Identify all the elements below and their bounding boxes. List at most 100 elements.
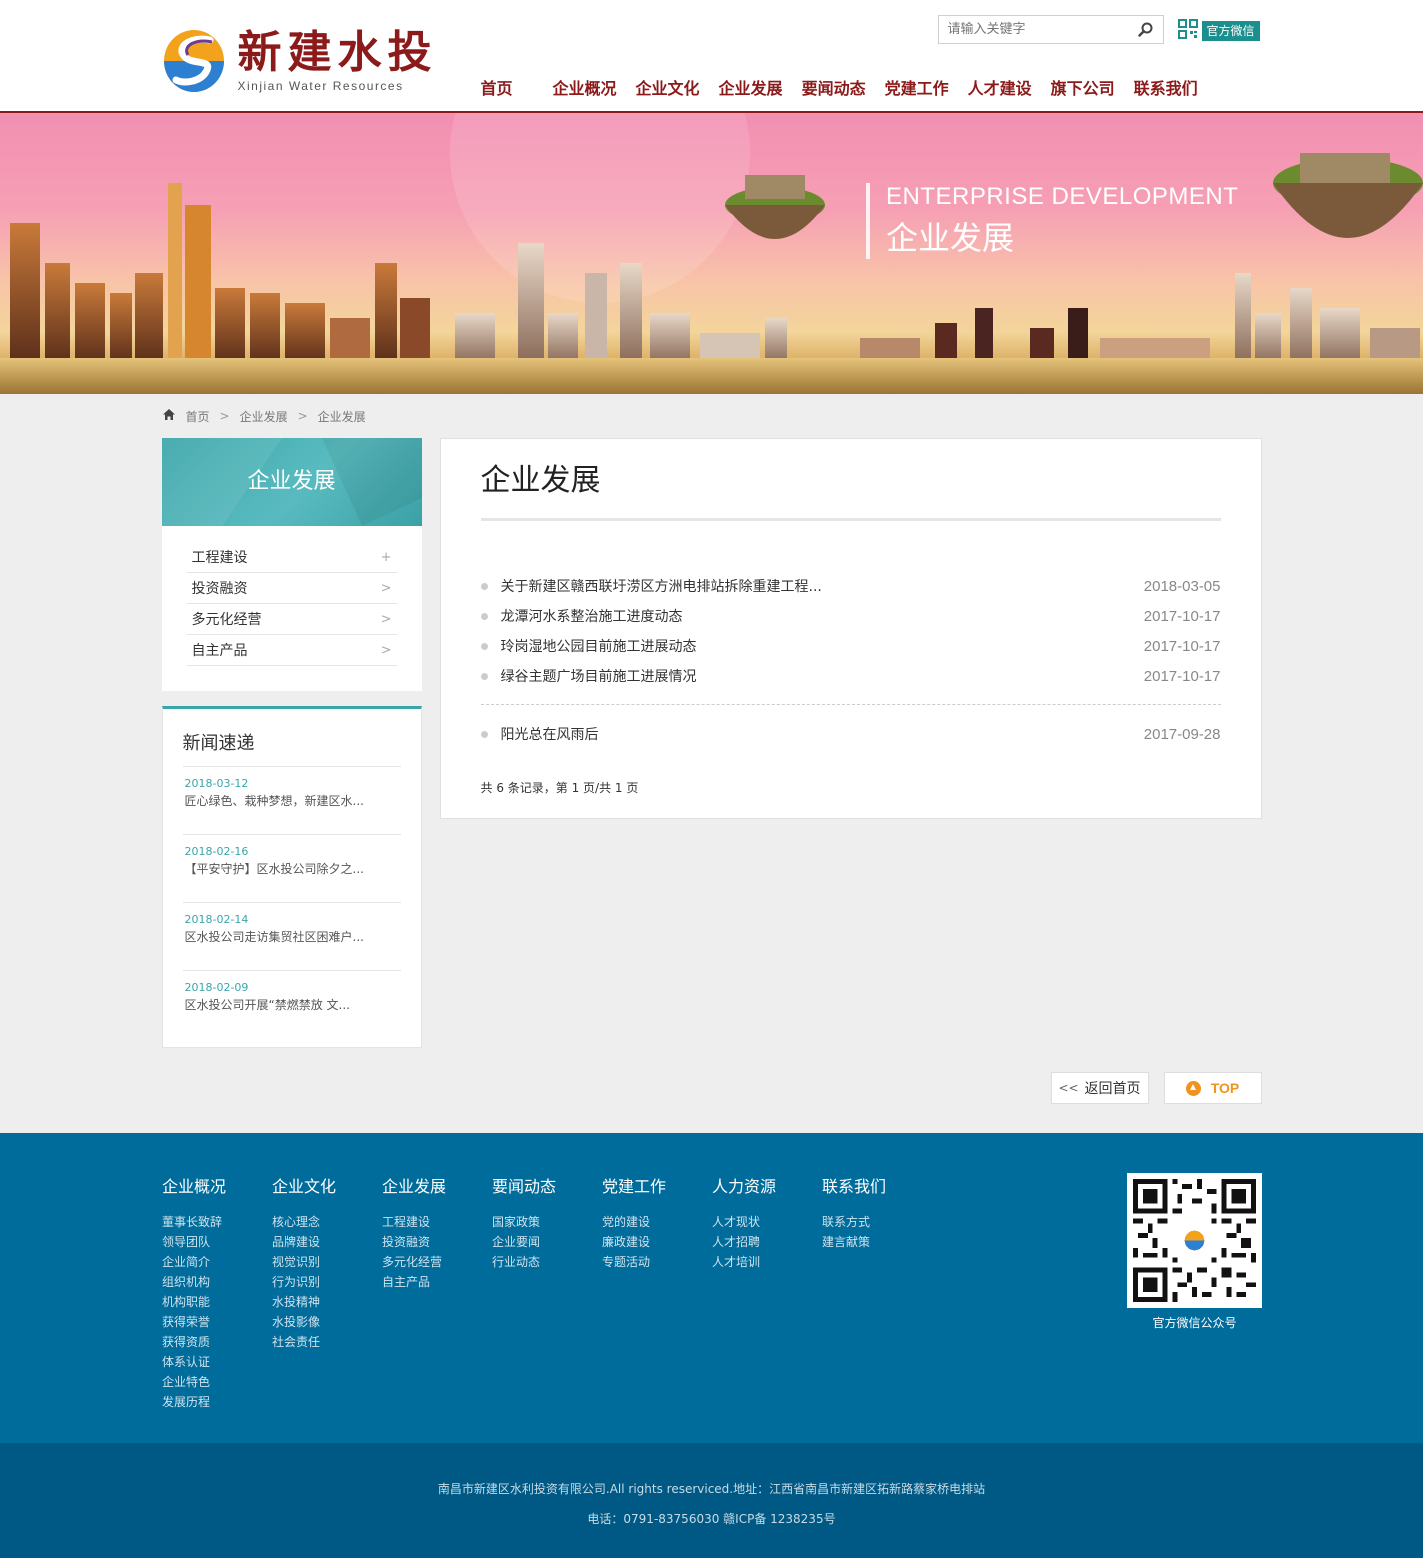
breadcrumb-current: 企业发展 [317, 409, 366, 424]
footer-link[interactable]: 人才招聘 [712, 1232, 822, 1252]
news-headline[interactable]: 【平安守护】区水投公司除夕之... [185, 860, 399, 877]
nav-party-building[interactable]: 党建工作 [885, 75, 949, 99]
news-item[interactable]: 2018-02-16 【平安守护】区水投公司除夕之... [182, 835, 401, 903]
article-title[interactable]: 绿谷主题广场目前施工进展情况 [481, 666, 697, 686]
site-footer: 企业概况董事长致辞 领导团队 企业简介 组织机构 机构职能 获得荣誉 获得资质 体系认证 企业特… [0, 1133, 1423, 1443]
footer-link[interactable]: 组织机构 [162, 1272, 272, 1292]
news-item[interactable]: 2018-02-14 区水投公司走访集贸社区困难户... [182, 903, 401, 971]
footer-column-title[interactable]: 企业概况 [162, 1173, 272, 1197]
nav-news[interactable]: 要闻动态 [802, 75, 866, 99]
content-area: 首页 > 企业发展 > 企业发展 企业发展 工程建设 + 投资融资 > 多元化经… [161, 394, 1262, 1154]
footer-link[interactable]: 建言献策 [822, 1232, 932, 1252]
footer-column-title[interactable]: 党建工作 [602, 1173, 712, 1197]
article-row[interactable]: 绿谷主题广场目前施工进展情况 2017-10-17 [481, 661, 1221, 691]
sidebar: 企业发展 工程建设 + 投资融资 > 多元化经营 > 自主产品 > 新闻速递 2… [161, 438, 422, 1048]
footer-link[interactable]: 视觉识别 [272, 1252, 382, 1272]
footer-link[interactable]: 行为识别 [272, 1272, 382, 1292]
footer-link[interactable]: 社会责任 [272, 1332, 382, 1352]
footer-link[interactable]: 人才培训 [712, 1252, 822, 1272]
footer-column-title[interactable]: 要闻动态 [492, 1173, 602, 1197]
article-title[interactable]: 玲岗湿地公园目前施工进展动态 [481, 636, 697, 656]
article-row[interactable]: 阳光总在风雨后 2017-09-28 [481, 719, 1221, 749]
logo-chinese-name: 新建水投 [237, 27, 438, 78]
wechat-link[interactable]: 官方微信 [1177, 19, 1260, 43]
arrow-up-icon [1185, 1080, 1201, 1096]
footer-column-culture: 企业文化核心理念 品牌建设 视觉识别 行为识别 水投精神 水投影像 社会责任 [272, 1173, 382, 1412]
nav-home[interactable]: 首页 [481, 75, 513, 99]
logo[interactable]: 新建水投 Xinjian Water Resources [162, 28, 438, 94]
footer-link[interactable]: 行业动态 [492, 1252, 602, 1272]
footer-link[interactable]: 工程建设 [382, 1212, 492, 1232]
back-to-top-button[interactable]: TOP [1163, 1072, 1262, 1104]
footer-column-title[interactable]: 联系我们 [822, 1173, 932, 1197]
footer-link[interactable]: 专题活动 [602, 1252, 712, 1272]
footer-link[interactable]: 企业简介 [162, 1252, 272, 1272]
news-flash-box: 新闻速递 2018-03-12 匠心绿色、栽种梦想，新建区水... 2018-0… [161, 706, 422, 1048]
footer-link[interactable]: 核心理念 [272, 1212, 382, 1232]
footer-link[interactable]: 领导团队 [162, 1232, 272, 1252]
sidebar-item-investment[interactable]: 投资融资 > [186, 573, 397, 604]
nav-enterprise-development[interactable]: 企业发展 [719, 75, 783, 99]
nav-talent[interactable]: 人才建设 [968, 75, 1032, 99]
footer-link[interactable]: 廉政建设 [602, 1232, 712, 1252]
article-title[interactable]: 阳光总在风雨后 [481, 724, 599, 744]
copyright-text: 南昌市新建区水利投资有限公司.All rights reserviced.地址：… [437, 1482, 986, 1496]
news-flash-title: 新闻速递 [182, 729, 401, 767]
list-divider [480, 704, 1221, 705]
news-date: 2018-03-12 [184, 777, 249, 790]
footer-link[interactable]: 企业要闻 [492, 1232, 602, 1252]
footer-link[interactable]: 发展历程 [162, 1392, 272, 1412]
search-input[interactable] [938, 16, 1129, 43]
footer-column-title[interactable]: 企业发展 [382, 1173, 492, 1197]
footer-link[interactable]: 水投精神 [272, 1292, 382, 1312]
article-row[interactable]: 玲岗湿地公园目前施工进展动态 2017-10-17 [481, 631, 1221, 661]
news-headline[interactable]: 区水投公司开展“禁燃禁放 文... [185, 996, 399, 1013]
home-icon[interactable] [162, 408, 176, 424]
nav-contact[interactable]: 联系我们 [1134, 75, 1198, 99]
news-item[interactable]: 2018-03-12 匠心绿色、栽种梦想，新建区水... [182, 767, 401, 835]
breadcrumb: 首页 > 企业发展 > 企业发展 [162, 394, 1262, 438]
breadcrumb-home[interactable]: 首页 [186, 408, 210, 425]
footer-link[interactable]: 董事长致辞 [162, 1212, 272, 1232]
sidebar-item-engineering[interactable]: 工程建设 + [186, 542, 397, 573]
nav-subsidiaries[interactable]: 旗下公司 [1051, 75, 1115, 99]
footer-link[interactable]: 获得资质 [162, 1332, 272, 1352]
news-item[interactable]: 2018-02-09 区水投公司开展“禁燃禁放 文... [183, 971, 401, 1039]
footer-link[interactable]: 企业特色 [162, 1372, 272, 1392]
nav-company-overview[interactable]: 企业概况 [553, 75, 617, 99]
article-date: 2017-10-17 [1143, 667, 1221, 685]
back-home-button[interactable]: << 返回首页 [1050, 1072, 1149, 1104]
nav-corporate-culture[interactable]: 企业文化 [636, 75, 700, 99]
footer-link[interactable]: 党的建设 [602, 1212, 712, 1232]
page-banner: ENTERPRISE DEVELOPMENT 企业发展 [0, 113, 1423, 394]
footer-link[interactable]: 自主产品 [382, 1272, 492, 1292]
sidebar-item-products[interactable]: 自主产品 > [186, 635, 397, 666]
search-icon[interactable] [1137, 21, 1155, 39]
footer-link[interactable]: 国家政策 [492, 1212, 602, 1232]
article-title[interactable]: 龙潭河水系整治施工进度动态 [481, 606, 683, 626]
news-headline[interactable]: 匠心绿色、栽种梦想，新建区水... [185, 792, 399, 809]
footer-link[interactable]: 机构职能 [162, 1292, 272, 1312]
banner-title-english: ENTERPRISE DEVELOPMENT [886, 183, 1239, 210]
site-header: 新建水投 Xinjian Water Resources 请输入关键字 官方微信… [0, 0, 1423, 113]
sidebar-item-diversified[interactable]: 多元化经营 > [186, 604, 397, 635]
article-row[interactable]: 关于新建区赣西联圩涝区方洲电排站拆除重建工程... 2018-03-05 [481, 571, 1221, 601]
footer-column-overview: 企业概况董事长致辞 领导团队 企业简介 组织机构 机构职能 获得荣誉 获得资质 体系认证 企业特… [162, 1173, 272, 1412]
footer-link[interactable]: 多元化经营 [382, 1252, 492, 1272]
footer-link[interactable]: 人才现状 [712, 1212, 822, 1232]
breadcrumb-separator: > [297, 409, 308, 423]
article-title[interactable]: 关于新建区赣西联圩涝区方洲电排站拆除重建工程... [481, 576, 822, 596]
footer-link[interactable]: 品牌建设 [272, 1232, 382, 1252]
footer-link[interactable]: 体系认证 [162, 1352, 272, 1372]
footer-link[interactable]: 获得荣誉 [162, 1312, 272, 1332]
article-row[interactable]: 龙潭河水系整治施工进度动态 2017-10-17 [481, 601, 1221, 631]
breadcrumb-section[interactable]: 企业发展 [240, 408, 288, 425]
footer-link[interactable]: 联系方式 [822, 1212, 932, 1232]
news-headline[interactable]: 区水投公司走访集贸社区困难户... [185, 928, 399, 945]
footer-column-title[interactable]: 人力资源 [712, 1173, 822, 1197]
footer-link[interactable]: 水投影像 [272, 1312, 382, 1332]
footer-link[interactable]: 投资融资 [382, 1232, 492, 1252]
contact-text: 电话：0791-83756030 赣ICP备 1238235号 [587, 1512, 836, 1526]
footer-column-title[interactable]: 企业文化 [272, 1173, 382, 1197]
banner-title-chinese: 企业发展 [886, 219, 1015, 257]
